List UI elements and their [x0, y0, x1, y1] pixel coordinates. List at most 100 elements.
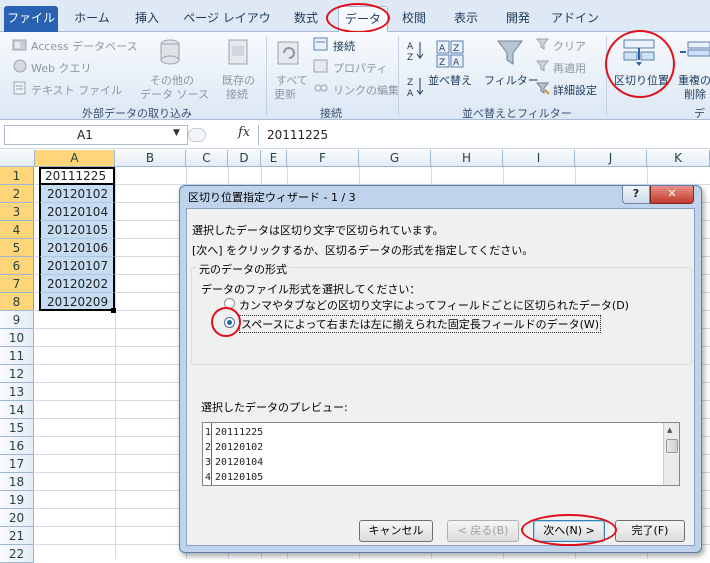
preview-scrollbar[interactable]: ▲ [663, 423, 679, 485]
scroll-up-icon[interactable]: ▲ [667, 426, 672, 434]
sort-dialog-icon: A ZZ A [436, 40, 464, 68]
svg-text:A: A [407, 89, 414, 98]
name-box-value: A1 [77, 128, 93, 142]
column-header-k[interactable]: K [647, 150, 710, 167]
other-sources-icon [160, 39, 180, 65]
insert-function-icon[interactable]: fx [238, 125, 250, 140]
row-header[interactable]: 16 [0, 437, 34, 455]
column-header-i[interactable]: I [503, 150, 575, 167]
reapply-button[interactable]: 再適用 [553, 60, 586, 76]
row-header[interactable]: 4 [0, 221, 34, 239]
option-delimited-label[interactable]: カンマやタブなどの区切り文字によってフィールドごとに区切られたデータ(D) [239, 297, 629, 313]
row-header[interactable]: 19 [0, 491, 34, 509]
back-button[interactable]: < 戻る(B) [447, 520, 519, 542]
access-database-button[interactable]: Access データベース [31, 38, 138, 54]
existing-connections-icon [228, 39, 248, 65]
existing-connections-label-2[interactable]: 接続 [226, 86, 248, 102]
tab-formulas[interactable]: 数式 [284, 6, 328, 32]
row-header[interactable]: 22 [0, 545, 34, 563]
row-header[interactable]: 15 [0, 419, 34, 437]
row-header[interactable]: 17 [0, 455, 34, 473]
remove-duplicates-label-2[interactable]: 削除 [684, 86, 706, 102]
preview-row-text: 20120105 [215, 472, 264, 483]
row-header[interactable]: 20 [0, 509, 34, 527]
tab-review[interactable]: 校閲 [394, 6, 434, 32]
properties-button[interactable]: プロパティ [333, 60, 387, 76]
finish-button[interactable]: 完了(F) [615, 520, 685, 542]
refresh-all-label-2[interactable]: 更新 [274, 86, 296, 102]
formula-input[interactable]: 20111225 [258, 125, 710, 145]
preview-row-text: 20120104 [215, 457, 264, 468]
edit-links-button[interactable]: リンクの編集 [333, 82, 399, 98]
tab-view[interactable]: 表示 [446, 6, 486, 32]
column-header-c[interactable]: C [186, 150, 228, 167]
name-box[interactable]: A1 ▼ [4, 125, 188, 145]
row-header[interactable]: 10 [0, 329, 34, 347]
group-label-data-tools: デ [694, 107, 705, 120]
row-header[interactable]: 11 [0, 347, 34, 365]
text-file-button[interactable]: テキスト ファイル [31, 82, 122, 98]
select-all-corner[interactable] [0, 150, 35, 167]
column-header-h[interactable]: H [431, 150, 503, 167]
column-header-a[interactable]: A [35, 150, 115, 167]
tab-developer[interactable]: 開発 [498, 6, 538, 32]
column-header-d[interactable]: D [228, 150, 261, 167]
tab-home[interactable]: ホーム [64, 6, 120, 32]
tab-file[interactable]: ファイル [4, 6, 58, 32]
cell-a8[interactable]: 20120209 [39, 293, 115, 311]
column-header-b[interactable]: B [115, 150, 186, 167]
advanced-button[interactable]: 詳細設定 [553, 82, 597, 98]
formula-bar-handle[interactable] [188, 128, 206, 142]
cancel-button[interactable]: キャンセル [359, 520, 433, 542]
preview-row-number: 2 [205, 442, 212, 453]
row-header[interactable]: 21 [0, 527, 34, 545]
cell-a3[interactable]: 20120104 [39, 203, 115, 221]
web-query-icon [13, 59, 27, 73]
row-header[interactable]: 18 [0, 473, 34, 491]
preview-row-number: 1 [205, 427, 212, 438]
clear-button[interactable]: クリア [553, 38, 586, 54]
preview-box[interactable]: 1 20111225 2 20120102 3 20120104 4 20120… [202, 422, 680, 486]
cell-a5[interactable]: 20120106 [39, 239, 115, 257]
connections-button[interactable]: 接続 [333, 38, 355, 54]
tab-page-layout[interactable]: ページ レイアウト [178, 6, 276, 49]
row-header[interactable]: 14 [0, 401, 34, 419]
row-header[interactable]: 8 [0, 293, 34, 311]
row-header[interactable]: 6 [0, 257, 34, 275]
cell-a7[interactable]: 20120202 [39, 275, 115, 293]
cell-a1[interactable]: 20111225 [39, 167, 115, 185]
preview-row-text: 20111225 [215, 427, 264, 438]
row-header[interactable]: 12 [0, 365, 34, 383]
column-header-e[interactable]: E [261, 150, 287, 167]
row-header[interactable]: 9 [0, 311, 34, 329]
option-fixed-width-label[interactable]: スペースによって右または左に揃えられた固定長フィールドのデータ(W) [239, 315, 602, 333]
row-header[interactable]: 1 [0, 167, 34, 185]
column-header-j[interactable]: J [575, 150, 647, 167]
sort-button[interactable]: 並べ替え [428, 72, 472, 88]
web-query-button[interactable]: Web クエリ [31, 60, 91, 76]
row-header[interactable]: 3 [0, 203, 34, 221]
scroll-thumb[interactable] [666, 439, 678, 453]
filter-button[interactable]: フィルター [484, 72, 539, 88]
other-sources-label-2[interactable]: データ ソース [140, 86, 209, 102]
column-header-f[interactable]: F [287, 150, 359, 167]
group-label-connections: 接続 [320, 107, 342, 120]
cell-a2[interactable]: 20120102 [39, 185, 115, 203]
row-header[interactable]: 5 [0, 239, 34, 257]
row-header[interactable]: 2 [0, 185, 34, 203]
fill-handle[interactable] [111, 308, 116, 313]
tab-insert[interactable]: 挿入 [124, 6, 170, 32]
dialog-title: 区切り位置指定ウィザード - 1 / 3 [188, 191, 356, 204]
edit-links-icon [314, 84, 328, 92]
column-header-g[interactable]: G [359, 150, 431, 167]
cell-a4[interactable]: 20120105 [39, 221, 115, 239]
row-header[interactable]: 13 [0, 383, 34, 401]
help-button[interactable]: ? [622, 186, 650, 204]
cell-a6[interactable]: 20120107 [39, 257, 115, 275]
tab-addins[interactable]: アドイン [550, 6, 600, 32]
svg-text:A: A [439, 44, 446, 54]
name-box-dropdown-icon[interactable]: ▼ [173, 128, 180, 138]
ribbon: Access データベース Web クエリ テキスト ファイル その他の データ… [0, 30, 710, 120]
close-button[interactable]: ✕ [650, 186, 694, 204]
row-header[interactable]: 7 [0, 275, 34, 293]
